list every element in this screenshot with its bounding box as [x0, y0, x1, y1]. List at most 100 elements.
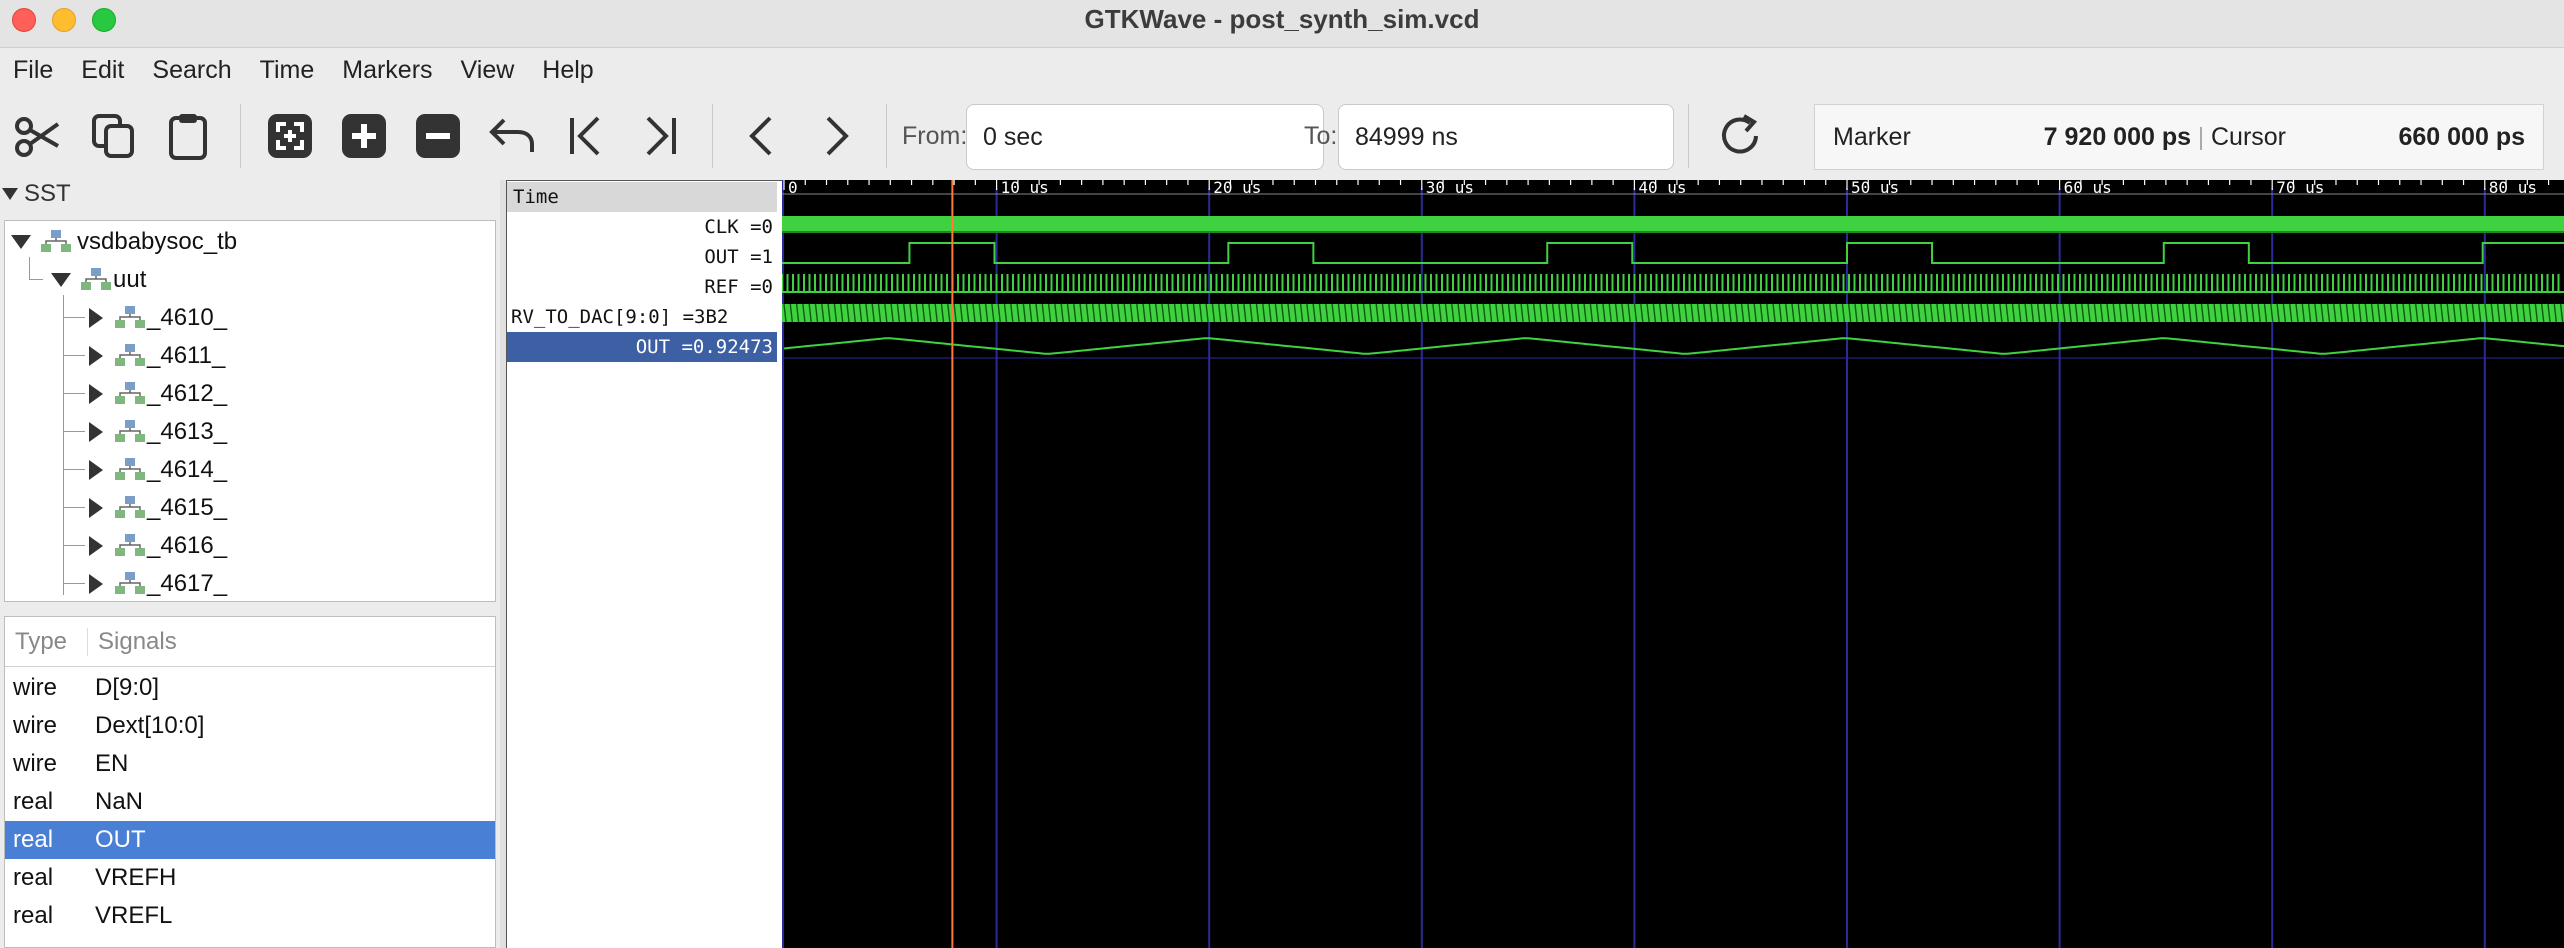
- tree-node-module[interactable]: _4612_: [89, 375, 227, 413]
- signal-type: real: [13, 864, 54, 891]
- reload-icon[interactable]: [1712, 108, 1768, 164]
- expand-icon[interactable]: [89, 574, 103, 594]
- signal-name: OUT: [95, 826, 146, 853]
- tree-node-uut[interactable]: uut: [51, 261, 146, 299]
- signals-list[interactable]: Type Signals wire D[9:0] wire Dext[10:0] wir…: [4, 616, 496, 948]
- tree-node-module[interactable]: _4614_: [89, 451, 227, 489]
- undo-icon[interactable]: [484, 108, 540, 164]
- to-label: To:: [1304, 122, 1338, 150]
- module-icon: [41, 230, 71, 252]
- signal-row-selected[interactable]: real OUT: [5, 821, 495, 859]
- time-header: Time: [507, 182, 777, 212]
- expand-icon[interactable]: [89, 460, 103, 480]
- prev-icon[interactable]: [734, 108, 790, 164]
- tree-node-module[interactable]: _4617_: [89, 565, 228, 601]
- sst-expander[interactable]: SST: [2, 180, 71, 208]
- signal-row[interactable]: real VREFH: [5, 859, 495, 897]
- clk-wave: [782, 216, 2564, 233]
- tree-node-label: _4617_: [147, 570, 228, 597]
- tree-node-label: _4615_: [147, 494, 228, 521]
- signal-name: NaN: [95, 788, 144, 815]
- wave-name-row[interactable]: CLK =0: [507, 212, 777, 242]
- wave-name-row[interactable]: REF =0: [507, 272, 777, 302]
- hierarchy-tree[interactable]: vsdbabysoc_tb uut _4610_ _4611_ _4612_ _461…: [4, 220, 496, 602]
- menu-view[interactable]: View: [447, 56, 529, 85]
- signal-row[interactable]: wire EN: [5, 745, 495, 783]
- title-bar: GTKWave - post_synth_sim.vcd: [0, 0, 2564, 48]
- module-icon: [81, 268, 111, 290]
- wave-name-row-selected[interactable]: OUT =0.92473: [507, 332, 777, 362]
- marker-label: Marker: [1833, 122, 1911, 151]
- signal-row[interactable]: real NaN: [5, 783, 495, 821]
- menu-bar: File Edit Search Time Markers View Help: [0, 48, 2564, 92]
- signal-type: real: [13, 902, 54, 929]
- zoom-out-icon[interactable]: [410, 108, 466, 164]
- tree-node-label: uut: [113, 266, 147, 293]
- tree-node-label: _4614_: [147, 456, 228, 483]
- window-title: GTKWave - post_synth_sim.vcd: [1084, 4, 1480, 34]
- from-input[interactable]: 0 sec: [966, 104, 1324, 170]
- signal-type: real: [13, 826, 54, 853]
- expand-icon[interactable]: [89, 498, 103, 518]
- type-column-header[interactable]: Type: [15, 628, 87, 656]
- menu-edit[interactable]: Edit: [67, 56, 138, 85]
- module-icon: [115, 572, 145, 594]
- marker-cursor-display: Marker 7 920 000 ps | Cursor 660 000 ps: [1814, 104, 2544, 170]
- expand-icon[interactable]: [89, 308, 103, 328]
- tree-node-root[interactable]: vsdbabysoc_tb: [11, 223, 237, 261]
- next-icon[interactable]: [808, 108, 864, 164]
- expand-icon[interactable]: [89, 536, 103, 556]
- paste-icon[interactable]: [160, 108, 216, 164]
- copy-icon[interactable]: [86, 108, 142, 164]
- signal-type: wire: [13, 712, 58, 739]
- marker-value: 7 920 000 ps: [2043, 122, 2191, 151]
- signal-name: VREFH: [95, 864, 177, 891]
- ref-wave: [782, 274, 2560, 292]
- tree-node-label: _4611_: [147, 342, 226, 369]
- module-icon: [115, 496, 145, 518]
- menu-time[interactable]: Time: [246, 56, 329, 85]
- module-icon: [115, 458, 145, 480]
- wave-name-row[interactable]: RV_TO_DAC[9:0] =3B2: [507, 302, 777, 332]
- tree-node-label: _4610_: [147, 304, 228, 331]
- tree-node-module[interactable]: _4616_: [89, 527, 227, 565]
- tree-node-module[interactable]: _4611_: [89, 337, 225, 375]
- wave-name-row[interactable]: OUT =1: [507, 242, 777, 272]
- signal-row[interactable]: real VREFL: [5, 897, 495, 935]
- menu-help[interactable]: Help: [528, 56, 607, 85]
- signals-column-header[interactable]: Signals: [87, 627, 177, 656]
- module-icon: [115, 382, 145, 404]
- collapse-icon[interactable]: [51, 273, 71, 287]
- expand-icon[interactable]: [89, 384, 103, 404]
- tree-node-module[interactable]: _4610_: [89, 299, 227, 337]
- wave-signal-names[interactable]: Time CLK =0 OUT =1 REF =0 RV_TO_DAC[9:0]…: [506, 180, 782, 948]
- signal-type: wire: [13, 674, 58, 701]
- tree-node-module[interactable]: _4615_: [89, 489, 227, 527]
- separator: |: [2197, 122, 2205, 151]
- menu-file[interactable]: File: [0, 56, 67, 85]
- zoom-in-icon[interactable]: [336, 108, 392, 164]
- waveform-canvas[interactable]: 0 10 us 20 us 30 us 40 us 50 us 60 us 70 us 80 u…: [782, 180, 2564, 948]
- menu-search[interactable]: Search: [138, 56, 245, 85]
- expand-icon[interactable]: [89, 346, 103, 366]
- signal-type: real: [13, 788, 54, 815]
- cursor-value: 660 000 ps: [2398, 122, 2526, 151]
- to-input[interactable]: 84999 ns: [1338, 104, 1674, 170]
- waveform-view[interactable]: 0 10 us 20 us 30 us 40 us 50 us 60 us 70 us 80 u…: [782, 180, 2564, 948]
- expand-icon[interactable]: [89, 422, 103, 442]
- signal-name: VREFL: [95, 902, 173, 929]
- sst-label: SST: [24, 180, 71, 207]
- signal-name: Dext[10:0]: [95, 712, 205, 739]
- tree-node-label: _4616_: [147, 532, 228, 559]
- signal-row[interactable]: wire D[9:0]: [5, 669, 495, 707]
- signals-header: Type Signals: [5, 617, 495, 667]
- tree-node-module[interactable]: _4613_: [89, 413, 227, 451]
- signal-row[interactable]: wire Dext[10:0]: [5, 707, 495, 745]
- to-end-icon[interactable]: [632, 108, 688, 164]
- menu-markers[interactable]: Markers: [328, 56, 446, 85]
- out-analog-wave: [783, 337, 2564, 355]
- to-start-icon[interactable]: [558, 108, 614, 164]
- cut-icon[interactable]: [10, 108, 66, 164]
- zoom-fit-icon[interactable]: [262, 108, 318, 164]
- collapse-icon[interactable]: [11, 235, 31, 249]
